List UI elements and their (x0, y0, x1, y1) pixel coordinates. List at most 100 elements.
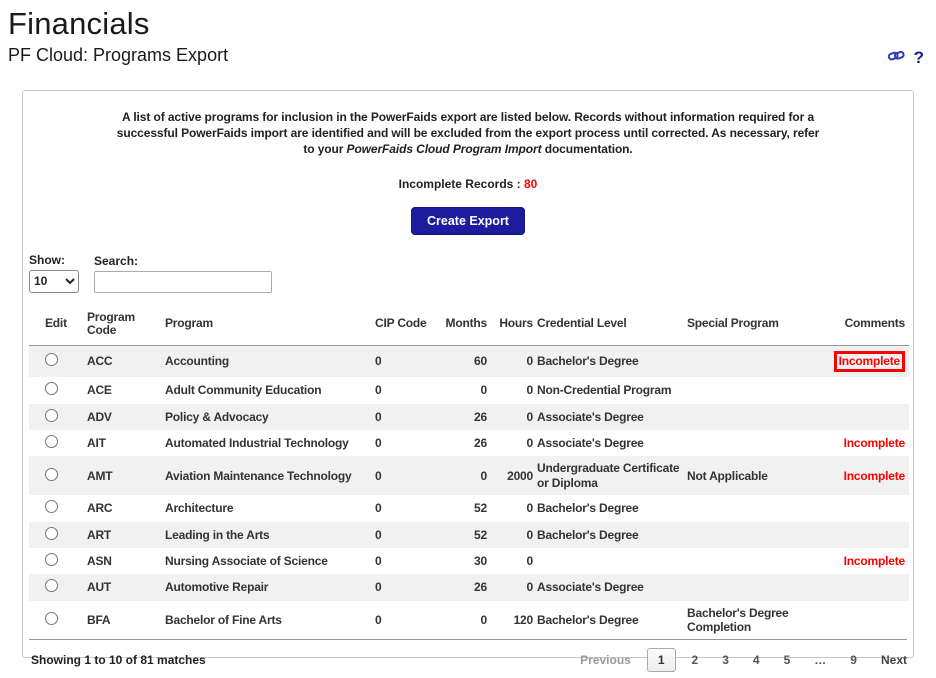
hours-cell: 0 (491, 522, 537, 548)
months-cell: 26 (441, 404, 491, 430)
credential-level-cell: Associate's Degree (537, 430, 687, 456)
cip-code-cell: 0 (375, 346, 441, 378)
table-controls: Show: 10 Search: (29, 253, 907, 293)
credential-level-cell: Bachelor's Degree (537, 346, 687, 378)
months-cell: 60 (441, 346, 491, 378)
pagination-next-button[interactable]: Next (881, 653, 907, 667)
intro-text-italic: PowerFaids Cloud Program Import (347, 142, 542, 156)
program-cell: Aviation Maintenance Technology (165, 456, 375, 495)
edit-cell (29, 601, 87, 640)
table-row: ARTLeading in the Arts0520Bachelor's Deg… (29, 522, 909, 548)
col-header-months: Months (441, 307, 491, 346)
edit-radio[interactable] (45, 468, 58, 481)
page-header: Financials PF Cloud: Programs Export ? (0, 0, 936, 66)
program-cell: Accounting (165, 346, 375, 378)
create-export-button[interactable]: Create Export (411, 207, 525, 235)
months-cell: 0 (441, 377, 491, 403)
edit-radio[interactable] (45, 553, 58, 566)
pagination-page-4[interactable]: 4 (753, 653, 760, 667)
comments-cell (833, 495, 909, 521)
special-program-cell (687, 430, 833, 456)
edit-radio[interactable] (45, 382, 58, 395)
cip-code-cell: 0 (375, 522, 441, 548)
program-code-cell: AIT (87, 430, 165, 456)
edit-cell (29, 495, 87, 521)
credential-level-cell: Undergraduate Certificate or Diploma (537, 456, 687, 495)
show-control: Show: 10 (29, 253, 79, 293)
edit-cell (29, 548, 87, 574)
programs-table: Edit Program Code Program CIP Code Month… (29, 307, 909, 640)
table-row: AMTAviation Maintenance Technology002000… (29, 456, 909, 495)
comments-cell (833, 404, 909, 430)
permalink-link-icon[interactable] (886, 47, 906, 69)
page-subtitle: PF Cloud: Programs Export (8, 45, 926, 66)
hours-cell: 2000 (491, 456, 537, 495)
table-row: ADVPolicy & Advocacy0260Associate's Degr… (29, 404, 909, 430)
intro-text-after: documentation. (541, 142, 632, 156)
credential-level-cell: Bachelor's Degree (537, 495, 687, 521)
cip-code-cell: 0 (375, 456, 441, 495)
incomplete-badge: Incomplete (844, 554, 905, 568)
credential-level-cell: Associate's Degree (537, 574, 687, 600)
special-program-cell: Not Applicable (687, 456, 833, 495)
comments-cell (833, 574, 909, 600)
hours-cell: 0 (491, 430, 537, 456)
edit-cell (29, 346, 87, 378)
incomplete-badge-highlighted: Incomplete (834, 351, 905, 372)
pagination: Previous 1 2 3 4 5 … 9 Next (580, 648, 907, 672)
cip-code-cell: 0 (375, 430, 441, 456)
credential-level-cell: Associate's Degree (537, 404, 687, 430)
hours-cell: 0 (491, 495, 537, 521)
special-program-cell (687, 574, 833, 600)
programs-export-panel: A list of active programs for inclusion … (22, 90, 914, 658)
pagination-pages: 1 2 3 4 5 … 9 (631, 648, 857, 672)
incomplete-records-label: Incomplete Records : (399, 177, 521, 191)
col-header-program: Program (165, 307, 375, 346)
program-code-cell: ASN (87, 548, 165, 574)
comments-cell: Incomplete (833, 548, 909, 574)
search-input[interactable] (94, 271, 272, 293)
cip-code-cell: 0 (375, 548, 441, 574)
months-cell: 26 (441, 430, 491, 456)
pagination-page-2[interactable]: 2 (692, 653, 699, 667)
edit-cell (29, 574, 87, 600)
edit-cell (29, 404, 87, 430)
incomplete-records-line: Incomplete Records : 80 (29, 177, 907, 191)
edit-cell (29, 430, 87, 456)
page-title: Financials (8, 6, 926, 42)
incomplete-badge: Incomplete (844, 469, 905, 483)
special-program-cell (687, 346, 833, 378)
special-program-cell (687, 495, 833, 521)
program-code-cell: ART (87, 522, 165, 548)
program-code-cell: ACE (87, 377, 165, 403)
col-header-edit: Edit (29, 307, 87, 346)
program-code-cell: ADV (87, 404, 165, 430)
edit-radio[interactable] (45, 353, 58, 366)
program-cell: Adult Community Education (165, 377, 375, 403)
page: Financials PF Cloud: Programs Export ? A… (0, 0, 936, 665)
edit-radio[interactable] (45, 435, 58, 448)
months-cell: 0 (441, 601, 491, 640)
show-select[interactable]: 10 (29, 270, 79, 293)
pagination-page-3[interactable]: 3 (722, 653, 729, 667)
hours-cell: 0 (491, 377, 537, 403)
pagination-page-9[interactable]: 9 (850, 653, 857, 667)
pagination-previous-button[interactable]: Previous (580, 653, 631, 667)
edit-radio[interactable] (45, 527, 58, 540)
col-header-comments: Comments (833, 307, 909, 346)
edit-radio[interactable] (45, 579, 58, 592)
help-icon[interactable]: ? (914, 48, 924, 68)
table-row: ACEAdult Community Education000Non-Crede… (29, 377, 909, 403)
comments-cell: Incomplete (833, 456, 909, 495)
months-cell: 26 (441, 574, 491, 600)
edit-radio[interactable] (45, 612, 58, 625)
comments-cell: Incomplete (833, 430, 909, 456)
pagination-page-5[interactable]: 5 (784, 653, 791, 667)
cip-code-cell: 0 (375, 377, 441, 403)
search-label: Search: (94, 254, 272, 268)
edit-radio[interactable] (45, 500, 58, 513)
pagination-page-1[interactable]: 1 (647, 648, 676, 672)
cip-code-cell: 0 (375, 495, 441, 521)
edit-radio[interactable] (45, 409, 58, 422)
pagination-ellipsis: … (814, 653, 826, 667)
